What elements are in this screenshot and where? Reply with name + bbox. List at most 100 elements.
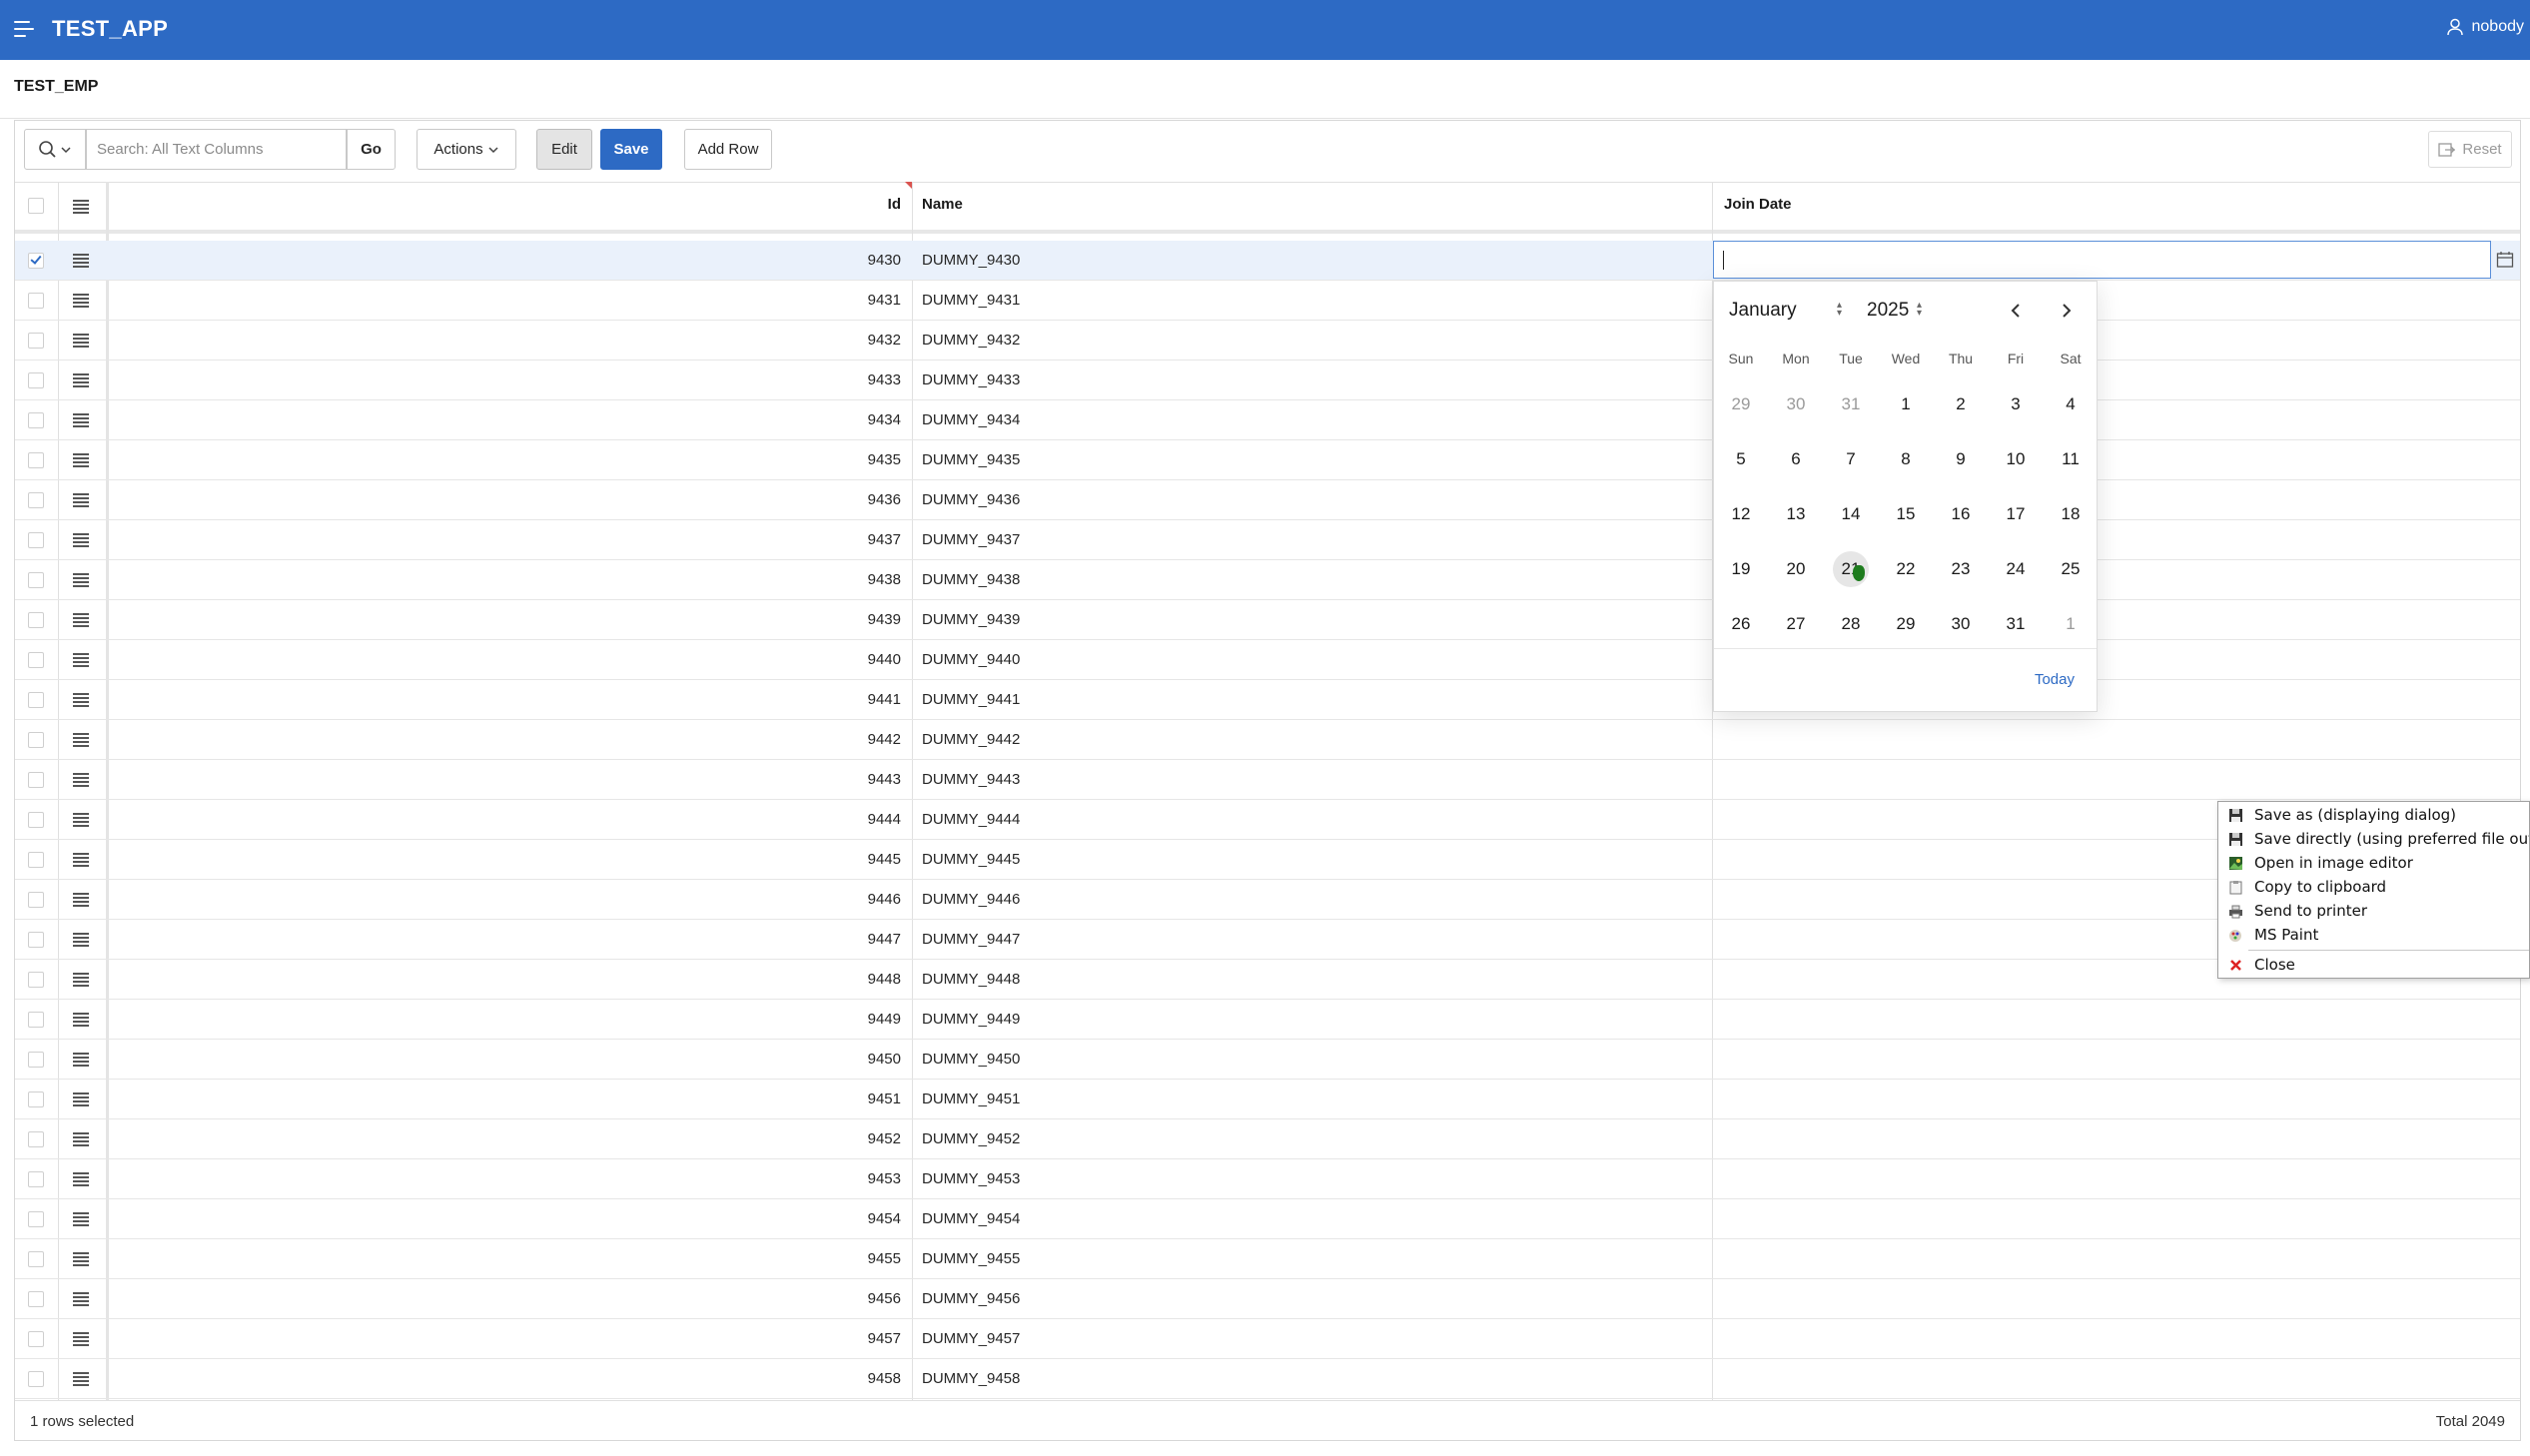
cell-name[interactable]: DUMMY_9431 — [922, 292, 1020, 309]
column-header-name[interactable]: Name — [922, 196, 963, 213]
day-cell[interactable]: 15 — [1888, 496, 1924, 532]
day-cell[interactable]: 28 — [1833, 606, 1869, 642]
cell-id[interactable]: 9436 — [105, 491, 901, 508]
row-actions-icon[interactable] — [73, 573, 89, 587]
cell-name[interactable]: DUMMY_9441 — [922, 691, 1020, 708]
cell-name[interactable]: DUMMY_9443 — [922, 771, 1020, 788]
row-actions-icon[interactable] — [73, 373, 89, 387]
row-checkbox[interactable] — [28, 1331, 44, 1347]
cell-name[interactable]: DUMMY_9432 — [922, 332, 1020, 349]
row-checkbox[interactable] — [28, 732, 44, 748]
cell-id[interactable]: 9430 — [105, 252, 901, 269]
table-row[interactable]: 9451 DUMMY_9451 — [15, 1080, 2520, 1119]
table-row[interactable]: 9434 DUMMY_9434 — [15, 400, 2520, 440]
row-actions-icon[interactable] — [73, 254, 89, 268]
table-row[interactable]: 9442 DUMMY_9442 — [15, 720, 2520, 760]
cell-name[interactable]: DUMMY_9444 — [922, 811, 1020, 828]
row-checkbox[interactable] — [28, 1171, 44, 1187]
row-checkbox[interactable] — [28, 1012, 44, 1028]
row-actions-icon[interactable] — [73, 1212, 89, 1226]
row-checkbox[interactable] — [28, 333, 44, 349]
row-checkbox[interactable] — [28, 1291, 44, 1307]
day-cell[interactable]: 27 — [1778, 606, 1814, 642]
today-button[interactable]: Today — [2035, 671, 2075, 688]
table-row[interactable]: 9439 DUMMY_9439 — [15, 600, 2520, 640]
cell-name[interactable]: DUMMY_9446 — [922, 891, 1020, 908]
cell-name[interactable]: DUMMY_9430 — [922, 252, 1020, 269]
cell-id[interactable]: 9455 — [105, 1250, 901, 1267]
table-row[interactable]: 9437 DUMMY_9437 — [15, 520, 2520, 560]
cell-name[interactable]: DUMMY_9458 — [922, 1370, 1020, 1387]
context-menu-item[interactable]: Save directly (using preferred file outp… — [2218, 828, 2529, 852]
cell-name[interactable]: DUMMY_9451 — [922, 1091, 1020, 1107]
cell-name[interactable]: DUMMY_9434 — [922, 411, 1020, 428]
table-row[interactable]: 9438 DUMMY_9438 — [15, 560, 2520, 600]
cell-name[interactable]: DUMMY_9453 — [922, 1170, 1020, 1187]
row-actions-icon[interactable] — [73, 893, 89, 907]
edit-button[interactable]: Edit — [536, 129, 592, 170]
table-row[interactable]: 9452 DUMMY_9452 — [15, 1119, 2520, 1159]
cell-name[interactable]: DUMMY_9440 — [922, 651, 1020, 668]
day-cell[interactable]: 29 — [1723, 386, 1759, 422]
save-button[interactable]: Save — [600, 129, 662, 170]
day-cell[interactable]: 10 — [1998, 441, 2034, 477]
cell-name[interactable]: DUMMY_9448 — [922, 971, 1020, 988]
row-actions-icon[interactable] — [73, 1172, 89, 1186]
day-cell[interactable]: 26 — [1723, 606, 1759, 642]
day-cell[interactable]: 1 — [1888, 386, 1924, 422]
cell-id[interactable]: 9457 — [105, 1330, 901, 1347]
table-row[interactable]: 9433 DUMMY_9433 — [15, 361, 2520, 400]
table-row[interactable]: 9456 DUMMY_9456 — [15, 1279, 2520, 1319]
row-actions-icon[interactable] — [73, 813, 89, 827]
day-cell[interactable]: 8 — [1888, 441, 1924, 477]
row-actions-icon[interactable] — [73, 1292, 89, 1306]
day-cell[interactable]: 2 — [1943, 386, 1979, 422]
cell-id[interactable]: 9444 — [105, 811, 901, 828]
row-checkbox[interactable] — [28, 1371, 44, 1387]
cell-name[interactable]: DUMMY_9447 — [922, 931, 1020, 948]
day-cell[interactable]: 18 — [2053, 496, 2089, 532]
row-checkbox[interactable] — [28, 1052, 44, 1068]
cell-id[interactable]: 9435 — [105, 451, 901, 468]
cell-id[interactable]: 9445 — [105, 851, 901, 868]
menu-icon[interactable] — [14, 18, 36, 40]
cell-id[interactable]: 9433 — [105, 371, 901, 388]
column-header-id[interactable]: Id — [869, 196, 901, 213]
row-actions-icon[interactable] — [73, 933, 89, 947]
cell-id[interactable]: 9439 — [105, 611, 901, 628]
table-row[interactable]: 9450 DUMMY_9450 — [15, 1040, 2520, 1080]
cell-name[interactable]: DUMMY_9442 — [922, 731, 1020, 748]
user-menu[interactable]: nobody — [2446, 18, 2524, 36]
row-checkbox[interactable] — [28, 1251, 44, 1267]
table-row[interactable]: 9458 DUMMY_9458 — [15, 1359, 2520, 1399]
day-cell[interactable]: 12 — [1723, 496, 1759, 532]
row-actions-icon[interactable] — [73, 733, 89, 747]
table-row[interactable]: 9444 DUMMY_9444 — [15, 800, 2520, 840]
cell-id[interactable]: 9442 — [105, 731, 901, 748]
cell-name[interactable]: DUMMY_9438 — [922, 571, 1020, 588]
day-cell[interactable]: 20 — [1778, 551, 1814, 587]
cell-id[interactable]: 9437 — [105, 531, 901, 548]
row-checkbox[interactable] — [28, 612, 44, 628]
day-cell[interactable]: 17 — [1998, 496, 2034, 532]
calendar-button[interactable] — [2489, 241, 2521, 279]
cell-name[interactable]: DUMMY_9449 — [922, 1011, 1020, 1028]
row-actions-icon[interactable] — [73, 533, 89, 547]
row-actions-icon[interactable] — [73, 1332, 89, 1346]
row-actions-icon[interactable] — [73, 1053, 89, 1067]
day-cell[interactable]: 30 — [1943, 606, 1979, 642]
row-checkbox[interactable] — [28, 1092, 44, 1107]
row-checkbox[interactable] — [28, 1211, 44, 1227]
cell-id[interactable]: 9446 — [105, 891, 901, 908]
row-actions-icon[interactable] — [73, 1372, 89, 1386]
select-all-checkbox[interactable] — [28, 198, 44, 214]
month-select[interactable]: January — [1729, 300, 1797, 322]
table-row[interactable]: 9441 DUMMY_9441 — [15, 680, 2520, 720]
row-actions-icon[interactable] — [73, 413, 89, 427]
search-input[interactable] — [86, 129, 347, 170]
row-actions-icon[interactable] — [73, 973, 89, 987]
actions-menu-button[interactable]: Actions — [417, 129, 516, 170]
row-checkbox[interactable] — [28, 253, 44, 269]
day-cell[interactable]: 22 — [1888, 551, 1924, 587]
cell-id[interactable]: 9434 — [105, 411, 901, 428]
